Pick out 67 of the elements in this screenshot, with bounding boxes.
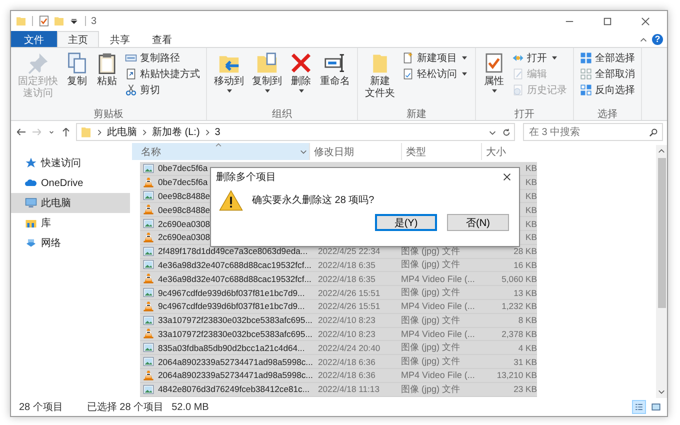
size-cell-text: KB bbox=[524, 190, 537, 201]
date-cell-text: 2022/4/25 22:34 bbox=[318, 246, 382, 256]
size-cell-text: 8 KB bbox=[517, 315, 537, 326]
date-cell-text: 2022/4/18 11:13 bbox=[318, 384, 380, 394]
size-cell-text: 31 KB bbox=[512, 356, 537, 367]
file-name: 9c4967cdfde939d6bf037f81e1bc7d9... bbox=[158, 288, 306, 298]
date-cell-text: 2022/4/18 6:35 bbox=[318, 274, 376, 284]
group-label: 打开 bbox=[514, 108, 536, 120]
group-label: 组织 bbox=[271, 108, 293, 120]
selection-count: 已选择 28 个项目 bbox=[86, 400, 164, 414]
size-cell-text: KB bbox=[524, 218, 537, 229]
date-cell-text: 2022/4/24 20:40 bbox=[318, 342, 382, 353]
type-cell-text: 图像 (jpg) 文件 bbox=[401, 382, 462, 396]
file-name: 4842e8076d3d76249fceb38412ce81c... bbox=[158, 384, 310, 394]
file-name: 2c690ea0308 bbox=[158, 232, 210, 242]
file-name: 2f489f178d1dd49ce7a3ce8063d9eda... bbox=[158, 246, 309, 256]
file-name: 835a03fdba85db90d2bcc1a21c4d64... bbox=[158, 342, 306, 353]
file-name: 0be7dec5f6a bbox=[158, 163, 208, 174]
type-cell-text: 图像 (jpg) 文件 bbox=[401, 314, 462, 327]
file-name: 2c690ea0308 bbox=[158, 218, 210, 229]
item-count: 28 个项目 bbox=[19, 401, 63, 414]
type-cell-text: 图像 (jpg) 文件 bbox=[401, 341, 462, 354]
file-name: 0be7dec5f6a bbox=[158, 177, 208, 188]
date-cell-text: 2022/4/18 6:36 bbox=[318, 370, 376, 380]
file-name: 4e36a98d32e407c688d88cac19532fcf... bbox=[158, 274, 312, 284]
type-cell-text: MP4 Video File (... bbox=[401, 370, 476, 380]
group-label: 选择 bbox=[596, 108, 618, 120]
group-label: 剪贴板 bbox=[92, 108, 124, 120]
size-cell-text: 28 KB bbox=[512, 246, 537, 256]
size-cell-text: 13 KB bbox=[512, 288, 537, 298]
file-name: 4e36a98d32e407c688d88cac19532fcf... bbox=[158, 260, 312, 270]
file-name: 2064a8902339a52734471ad98a5998c... bbox=[158, 370, 314, 380]
size-cell-text: 5,060 KB bbox=[500, 274, 537, 284]
type-cell-text: MP4 Video File (... bbox=[401, 274, 476, 284]
date-cell-text: 2022/4/18 6:36 bbox=[318, 356, 376, 367]
type-cell-text: 图像 (jpg) 文件 bbox=[401, 244, 462, 258]
window-title: 3 bbox=[91, 16, 97, 26]
date-cell-text: 2022/4/10 8:23 bbox=[318, 315, 376, 326]
size-cell-text: 4 KB bbox=[517, 342, 537, 353]
size-cell-text: 13,210 KB bbox=[496, 370, 537, 380]
type-cell-text: 图像 (jpg) 文件 bbox=[401, 286, 462, 300]
type-cell-text: 图像 (jpg) 文件 bbox=[401, 258, 462, 272]
file-name: 33a107972f23830e032bce5383afc695... bbox=[158, 328, 314, 339]
size-cell-text: KB bbox=[524, 177, 537, 188]
type-cell-text: 图像 (jpg) 文件 bbox=[401, 355, 462, 368]
size-cell-text: KB bbox=[524, 163, 537, 174]
size-cell-text: 2,378 KB bbox=[500, 328, 537, 339]
file-name: 2064a8902339a52734471ad98a5998c... bbox=[158, 356, 314, 367]
type-cell-text: MP4 Video File (... bbox=[401, 301, 476, 312]
date-cell-text: 2022/4/10 8:23 bbox=[318, 328, 376, 339]
date-cell-text: 2022/4/26 15:51 bbox=[318, 288, 382, 298]
group-label: 新建 bbox=[406, 108, 428, 120]
selection-size: 52.0 MB bbox=[172, 402, 209, 412]
file-name: 0ee98c8488e bbox=[158, 204, 210, 215]
size-cell-text: 16 KB bbox=[512, 260, 537, 270]
dialog-message: 确实要永久删除这 28 项吗? bbox=[252, 194, 374, 207]
size-cell-text: KB bbox=[524, 232, 537, 242]
date-cell-text: 2022/4/26 15:51 bbox=[318, 301, 382, 312]
file-name: 9c4967cdfde939d6bf037f81e1bc7d9... bbox=[158, 301, 306, 312]
size-cell-text: 1,232 KB bbox=[500, 301, 537, 312]
size-cell-text: 23 KB bbox=[512, 384, 537, 394]
date-cell-text: 2022/4/18 6:35 bbox=[318, 260, 376, 270]
file-name: 33a107972f23830e032bce5383afc695... bbox=[158, 315, 314, 326]
size-cell-text: KB bbox=[524, 204, 537, 215]
file-name: 0ee98c8488e bbox=[158, 190, 210, 201]
dialog-title: 删除多个项目 bbox=[216, 171, 276, 184]
type-cell-text: MP4 Video File (... bbox=[401, 328, 476, 339]
